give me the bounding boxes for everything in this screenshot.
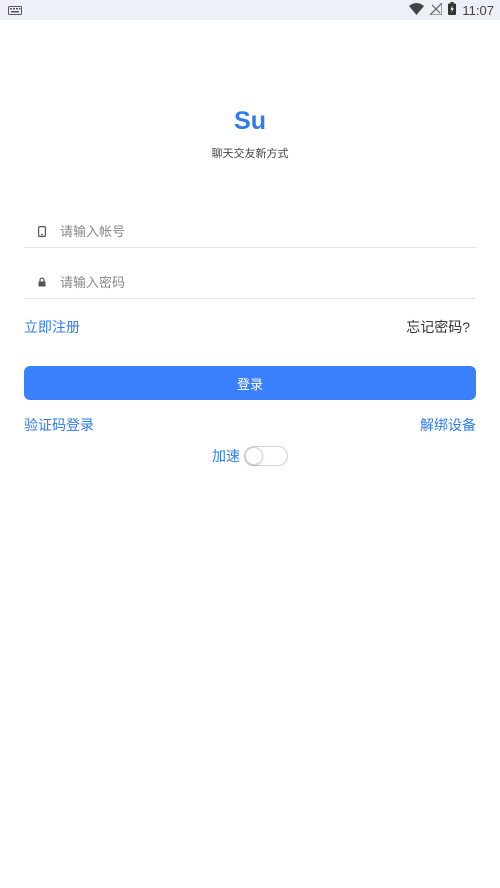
no-signal-icon	[428, 1, 444, 18]
clock: 11:07	[462, 2, 494, 18]
sms-login-link[interactable]: 验证码登录	[24, 415, 94, 435]
account-field[interactable]	[24, 215, 476, 248]
unbind-device-link[interactable]: 解绑设备	[420, 415, 476, 435]
toggle-knob	[245, 447, 263, 465]
account-input[interactable]	[60, 223, 476, 239]
password-input[interactable]	[60, 274, 476, 290]
app-logo: Su	[234, 107, 266, 135]
accelerate-row: 加速	[0, 446, 500, 466]
accelerate-toggle[interactable]	[244, 446, 288, 466]
wifi-icon	[409, 2, 425, 18]
status-bar: 11:07	[0, 0, 500, 20]
login-button[interactable]: 登录	[24, 366, 476, 400]
keyboard-icon	[8, 3, 22, 18]
phone-icon	[24, 225, 60, 237]
register-link[interactable]: 立即注册	[24, 317, 80, 337]
accelerate-label: 加速	[212, 448, 240, 464]
password-field[interactable]	[24, 266, 476, 299]
battery-charging-icon	[448, 2, 457, 18]
app-slogan: 聊天交友新方式	[211, 148, 289, 160]
forgot-password-link[interactable]: 忘记密码?	[406, 317, 470, 337]
lock-icon	[24, 277, 60, 287]
